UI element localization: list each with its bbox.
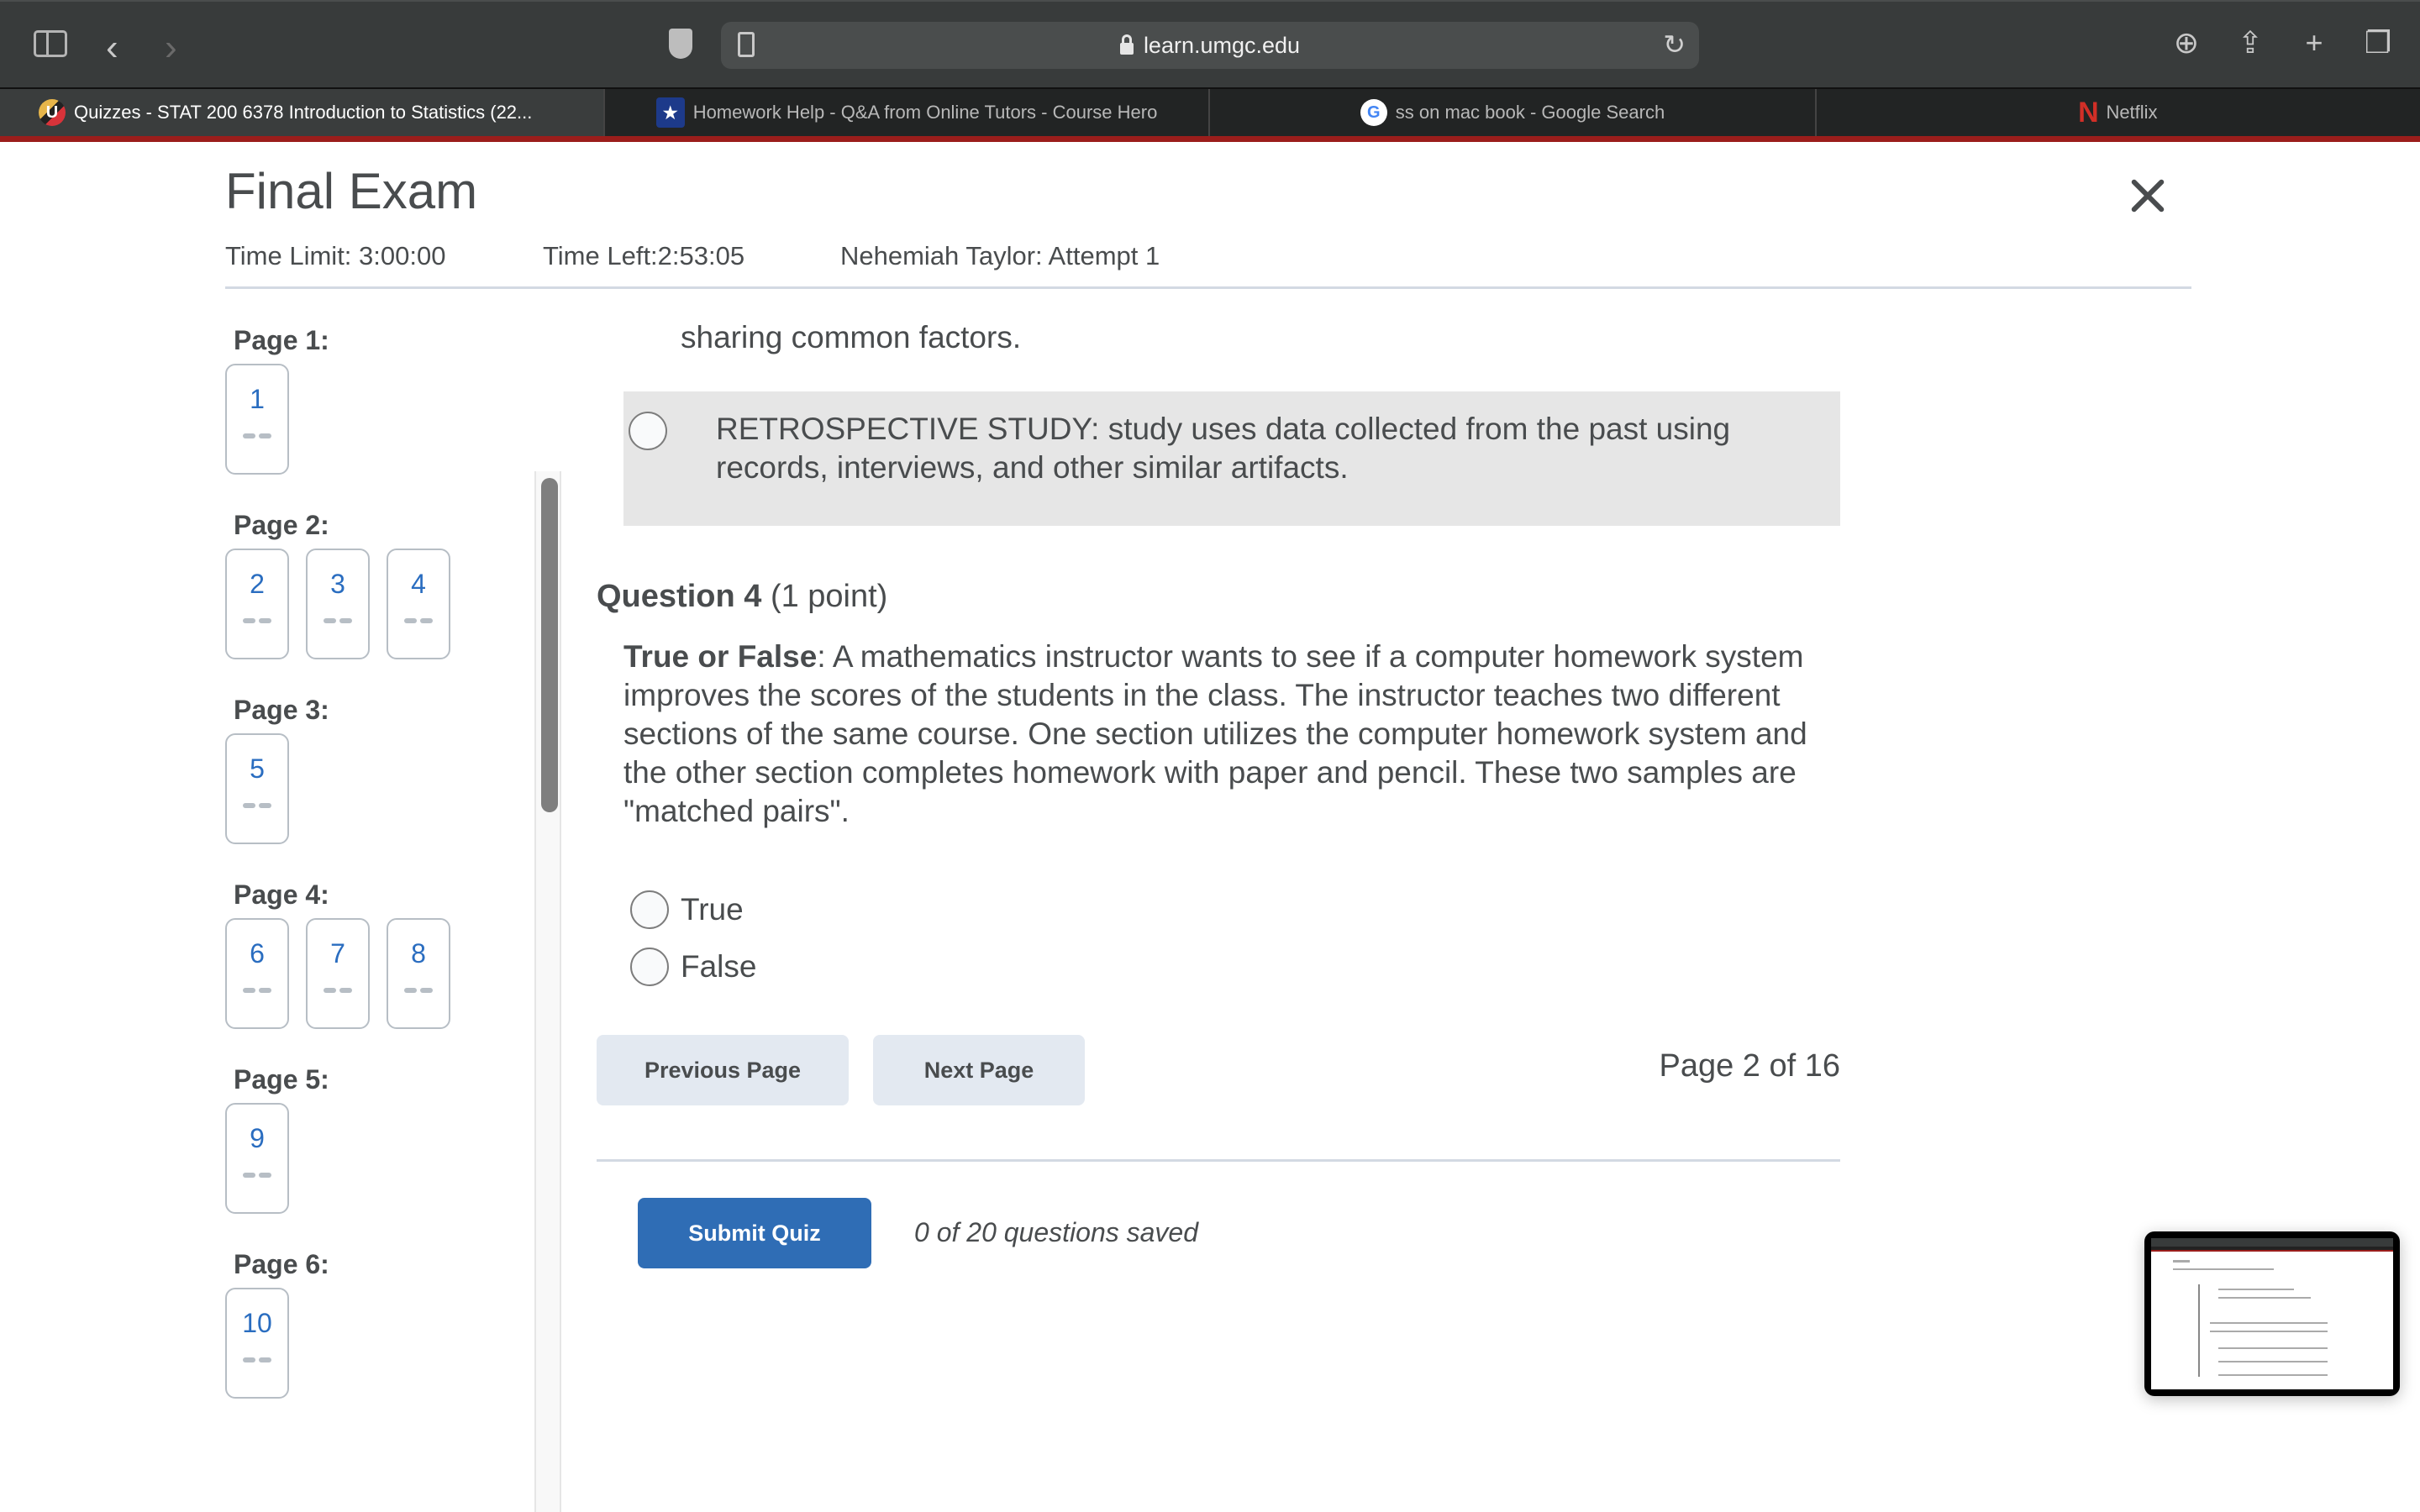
question-link-1[interactable]: 1 — [225, 364, 289, 475]
radio-true[interactable] — [630, 890, 669, 929]
question-number: 3 — [330, 569, 345, 599]
unanswered-indicator — [243, 433, 271, 438]
page-indicator: Page 2 of 16 — [1659, 1048, 1840, 1084]
question-heading: Question 4 (1 point) — [597, 579, 887, 615]
unanswered-indicator — [404, 988, 433, 993]
reload-icon[interactable]: ↻ — [1663, 29, 1686, 60]
nav-page-label: Page 5: — [234, 1064, 329, 1095]
thumbnail-preview — [2151, 1238, 2393, 1389]
tab-bar: U Quizzes - STAT 200 6378 Introduction t… — [0, 87, 2420, 136]
course-hero-favicon-icon: ★ — [655, 97, 685, 128]
page-title: Final Exam — [225, 163, 478, 219]
browser-toolbar: ‹ › learn.umgc.edu ↻ ⊕ ⇪ + ❐ — [0, 0, 2420, 87]
submit-quiz-button[interactable]: Submit Quiz — [638, 1198, 871, 1268]
unanswered-indicator — [324, 988, 352, 993]
nav-page-label: Page 4: — [234, 879, 329, 910]
unanswered-indicator — [243, 1357, 271, 1362]
plus-icon[interactable]: + — [2297, 25, 2331, 60]
brand-divider — [0, 136, 2420, 142]
option-label: RETROSPECTIVE STUDY: study uses data col… — [716, 412, 1731, 485]
unanswered-indicator — [243, 1173, 271, 1178]
question-link-2[interactable]: 2 — [225, 549, 289, 659]
time-left: Time Left:2:53:05 — [543, 241, 745, 270]
nav-page-label: Page 6: — [234, 1249, 329, 1279]
answer-option-retrospective[interactable]: RETROSPECTIVE STUDY: study uses data col… — [623, 391, 1840, 526]
chevron-right-icon[interactable]: › — [165, 27, 177, 69]
option-label: False — [681, 949, 757, 984]
option-label: True — [681, 892, 744, 927]
tab-netflix[interactable]: N Netflix — [1817, 89, 2420, 136]
question-number: 6 — [250, 938, 265, 969]
navigator-scrollbar[interactable] — [534, 471, 561, 1512]
toolbar-actions: ⊕ ⇪ + ❐ — [2170, 25, 2395, 60]
share-icon[interactable]: ⇪ — [2233, 25, 2267, 60]
nav-page-label: Page 2: — [234, 510, 329, 540]
question-prefix: True or False — [623, 639, 818, 674]
question-link-9[interactable]: 9 — [225, 1103, 289, 1214]
question-number: 7 — [330, 938, 345, 969]
download-icon[interactable]: ⊕ — [2170, 25, 2203, 60]
quiz-page: Final Exam Time Limit: 3:00:00 Time Left… — [0, 142, 2420, 1512]
unanswered-indicator — [243, 803, 271, 808]
close-icon[interactable] — [2129, 177, 2166, 214]
question-number: 1 — [250, 384, 265, 414]
tab-title: Homework Help - Q&A from Online Tutors -… — [692, 102, 1158, 123]
prospective-option-fragment: sharing common factors. — [681, 320, 1022, 354]
sidebar-toggle-icon[interactable] — [34, 30, 67, 57]
question-number: 4 — [411, 569, 426, 599]
lock-icon — [1119, 34, 1134, 55]
tabs-icon[interactable]: ❐ — [2361, 25, 2395, 60]
question-text: True or False: A mathematics instructor … — [623, 638, 1850, 831]
question-link-5[interactable]: 5 — [225, 733, 289, 844]
screenshot-thumbnail[interactable] — [2144, 1231, 2400, 1396]
tab-quizzes[interactable]: U Quizzes - STAT 200 6378 Introduction t… — [0, 89, 605, 136]
nav-page-label: Page 1: — [234, 325, 329, 355]
tab-google-search[interactable]: G ss on mac book - Google Search — [1210, 89, 1817, 136]
unanswered-indicator — [243, 988, 271, 993]
radio-false[interactable] — [630, 948, 669, 986]
radio-retrospective[interactable] — [629, 412, 667, 450]
scrollbar-thumb[interactable] — [541, 478, 558, 812]
next-page-button[interactable]: Next Page — [873, 1035, 1085, 1105]
question-navigator: Page 1: 1 Page 2: 2 3 4 Page 3: 5 Page 4… — [225, 325, 536, 1512]
question-label: Question 4 — [597, 579, 762, 614]
question-link-8[interactable]: 8 — [387, 918, 450, 1029]
nav-page-label: Page 3: — [234, 695, 329, 725]
tab-title: Quizzes - STAT 200 6378 Introduction to … — [74, 102, 533, 123]
unanswered-indicator — [404, 618, 433, 623]
question-number: 10 — [242, 1308, 272, 1338]
umgc-favicon-icon: U — [39, 99, 66, 126]
footer-divider — [597, 1159, 1840, 1162]
shield-icon[interactable] — [669, 29, 692, 59]
question-link-3[interactable]: 3 — [306, 549, 370, 659]
unanswered-indicator — [243, 618, 271, 623]
previous-page-button[interactable]: Previous Page — [597, 1035, 849, 1105]
address-bar[interactable]: learn.umgc.edu ↻ — [721, 22, 1699, 69]
question-number: 8 — [411, 938, 426, 969]
question-points: (1 point) — [770, 579, 888, 614]
question-number: 9 — [250, 1123, 265, 1153]
time-limit: Time Limit: 3:00:00 — [225, 241, 446, 270]
question-link-4[interactable]: 4 — [387, 549, 450, 659]
header-divider — [225, 286, 2191, 289]
chevron-left-icon[interactable]: ‹ — [106, 27, 118, 69]
question-link-6[interactable]: 6 — [225, 918, 289, 1029]
netflix-favicon-icon: N — [2078, 96, 2099, 129]
url-text: learn.umgc.edu — [1143, 32, 1301, 58]
tab-title: Netflix — [2106, 102, 2158, 123]
attempt-info: Nehemiah Taylor: Attempt 1 — [840, 241, 1160, 270]
unanswered-indicator — [324, 618, 352, 623]
saved-status: 0 of 20 questions saved — [914, 1217, 1199, 1247]
google-favicon-icon: G — [1360, 99, 1387, 126]
tab-course-hero[interactable]: ★ Homework Help - Q&A from Online Tutors… — [605, 89, 1210, 136]
question-link-10[interactable]: 10 — [225, 1288, 289, 1399]
question-number: 2 — [250, 569, 265, 599]
tab-title: ss on mac book - Google Search — [1395, 102, 1665, 123]
question-number: 5 — [250, 753, 265, 784]
url-field[interactable]: learn.umgc.edu — [721, 22, 1699, 69]
question-link-7[interactable]: 7 — [306, 918, 370, 1029]
